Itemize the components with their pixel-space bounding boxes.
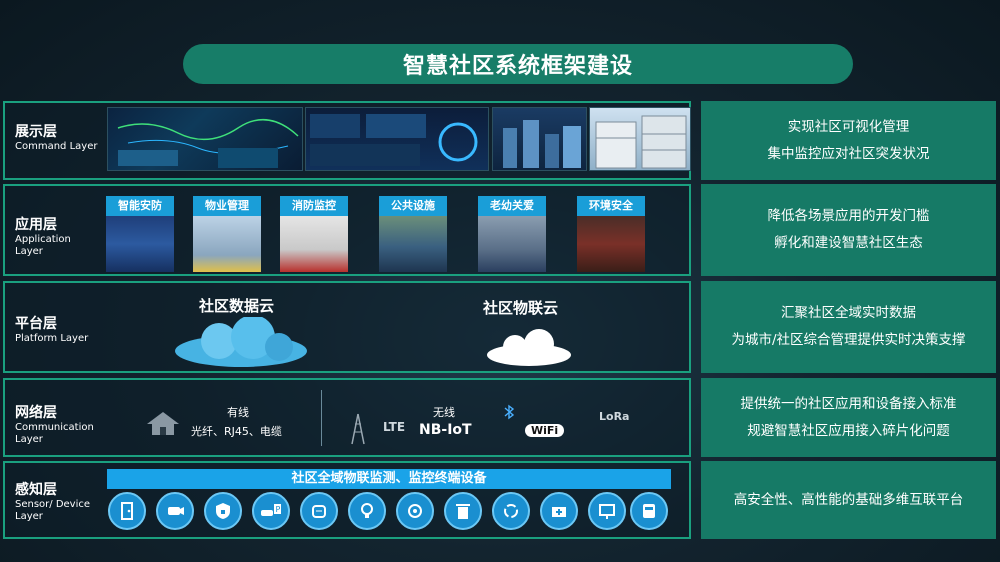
dashboard-screenshot-4 bbox=[589, 107, 691, 171]
first-aid-box-icon bbox=[540, 492, 578, 530]
valves-image bbox=[577, 216, 645, 272]
desc-line: 汇聚社区全域实时数据 bbox=[781, 305, 916, 321]
layer-sensor-name: 感知层 Sensor/ Device Layer bbox=[15, 479, 95, 523]
app-label: 消防监控 bbox=[280, 196, 348, 216]
wifi-logo: WiFi bbox=[525, 424, 565, 437]
camera-icon bbox=[156, 492, 194, 530]
iot-cloud-label: 社区物联云 bbox=[483, 299, 559, 317]
car-parking-icon: P bbox=[252, 492, 290, 530]
lightbulb-icon bbox=[348, 492, 386, 530]
3d-city-graphic bbox=[503, 120, 581, 168]
layer-platform-description: 汇聚社区全域实时数据 为城市/社区综合管理提供实时决策支撑 bbox=[701, 281, 996, 373]
layer-application-title: 应用层 bbox=[15, 217, 57, 233]
pump-icon bbox=[396, 492, 434, 530]
app-label: 环境安全 bbox=[577, 196, 645, 216]
trash-bin-icon bbox=[444, 492, 482, 530]
elderly-image bbox=[478, 216, 546, 272]
dashboard-screenshot-2 bbox=[305, 107, 489, 171]
data-panel-graphic bbox=[310, 114, 478, 166]
app-card-elderly-care[interactable]: 老幼关爱 bbox=[478, 196, 546, 272]
layer-command-subtitle: Command Layer bbox=[15, 141, 98, 152]
desc-line: 集中监控应对社区突发状况 bbox=[767, 145, 930, 162]
layer-platform-name: 平台层 Platform Layer bbox=[15, 313, 88, 345]
page-title: 智慧社区系统框架建设 bbox=[183, 44, 853, 84]
app-label: 老幼关爱 bbox=[478, 196, 546, 216]
city-night-image bbox=[106, 216, 174, 272]
desc-line: 高安全性、高性能的基础多维互联平台 bbox=[733, 491, 964, 508]
layer-communication-subtitle: Communication Layer bbox=[15, 422, 94, 445]
app-card-security[interactable]: 智能安防 bbox=[106, 196, 174, 272]
wireless-title: 无线 bbox=[433, 406, 455, 419]
cloud-sync-icon bbox=[492, 492, 530, 530]
tower-icon bbox=[351, 413, 365, 445]
shield-lock-icon bbox=[204, 492, 242, 530]
lora-logo: LoRa bbox=[599, 410, 630, 423]
layer-communication-description: 提供统一的社区应用和设备接入标准 规避智慧社区应用接入碎片化问题 bbox=[701, 378, 996, 457]
svg-text:P: P bbox=[276, 505, 281, 514]
sensor-banner: 社区全域物联监测、监控终端设备 bbox=[107, 469, 671, 489]
layer-platform: 平台层 Platform Layer 社区数据云 社区物联云 bbox=[3, 281, 691, 373]
layer-communication: 网络层 Communication Layer 有线 光纤、RJ45、电缆 LT… bbox=[3, 378, 691, 457]
layer-communication-name: 网络层 Communication Layer bbox=[15, 402, 105, 446]
app-label: 物业管理 bbox=[193, 196, 261, 216]
layer-sensor-description: 高安全性、高性能的基础多维互联平台 bbox=[701, 461, 996, 539]
fire-equipment-image bbox=[280, 216, 348, 272]
desc-line: 实现社区可视化管理 bbox=[787, 118, 910, 135]
mask-icon bbox=[300, 492, 338, 530]
door-icon bbox=[108, 492, 146, 530]
app-card-public-facility[interactable]: 公共设施 bbox=[379, 196, 447, 272]
building-graphic bbox=[595, 115, 687, 169]
layer-command: 展示层 Command Layer bbox=[3, 101, 691, 180]
house-icon bbox=[147, 412, 179, 435]
desc-line: 为城市/社区综合管理提供实时决策支撑 bbox=[731, 332, 966, 348]
data-cloud-label: 社区数据云 bbox=[199, 297, 275, 315]
layer-command-title: 展示层 bbox=[15, 124, 57, 140]
lte-logo: LTE bbox=[383, 420, 406, 434]
layer-platform-subtitle: Platform Layer bbox=[15, 333, 89, 344]
dashboard-screenshot-1 bbox=[107, 107, 303, 171]
bluetooth-icon bbox=[504, 404, 515, 420]
wired-detail: 光纤、RJ45、电缆 bbox=[191, 425, 282, 438]
layer-command-description: 实现社区可视化管理 集中监控应对社区突发状况 bbox=[701, 101, 996, 180]
layer-platform-title: 平台层 bbox=[15, 316, 57, 332]
desc-line: 孵化和建设智慧社区生态 bbox=[774, 235, 923, 251]
layer-application-description: 降低各场景应用的开发门槛 孵化和建设智慧社区生态 bbox=[701, 184, 996, 276]
monitor-icon bbox=[588, 492, 626, 530]
layer-sensor-subtitle: Sensor/ Device Layer bbox=[15, 499, 91, 522]
desc-line: 提供统一的社区应用和设备接入标准 bbox=[740, 395, 957, 412]
app-card-fire[interactable]: 消防监控 bbox=[280, 196, 348, 272]
layer-communication-title: 网络层 bbox=[15, 405, 57, 421]
network-divider bbox=[321, 390, 322, 446]
layer-command-name: 展示层 Command Layer bbox=[15, 121, 97, 153]
desc-line: 规避智慧社区应用接入碎片化问题 bbox=[747, 422, 950, 439]
app-card-environment[interactable]: 环境安全 bbox=[577, 196, 645, 272]
buildings-image bbox=[193, 216, 261, 272]
nbiot-label: NB-IoT bbox=[419, 422, 472, 438]
app-card-property[interactable]: 物业管理 bbox=[193, 196, 261, 272]
layer-sensor: 感知层 Sensor/ Device Layer 社区全域物联监测、监控终端设备 bbox=[3, 461, 691, 539]
app-label: 智能安防 bbox=[106, 196, 174, 216]
desc-line: 降低各场景应用的开发门槛 bbox=[767, 208, 930, 224]
map-dashboard-graphic bbox=[117, 118, 299, 168]
dashboard-screenshot-3 bbox=[492, 107, 587, 171]
app-label: 公共设施 bbox=[379, 196, 447, 216]
meter-icon bbox=[630, 492, 668, 530]
data-cloud-icon bbox=[175, 317, 307, 367]
layer-application-name: 应用层 Application Layer bbox=[15, 214, 83, 258]
layer-sensor-title: 感知层 bbox=[15, 482, 57, 498]
layer-application-subtitle: Application Layer bbox=[15, 234, 71, 257]
iot-cloud-icon bbox=[487, 329, 571, 366]
kiosk-image bbox=[379, 216, 447, 272]
layer-application: 应用层 Application Layer 智能安防 物业管理 消防监控 公共设… bbox=[3, 184, 691, 276]
wired-title: 有线 bbox=[227, 406, 249, 419]
